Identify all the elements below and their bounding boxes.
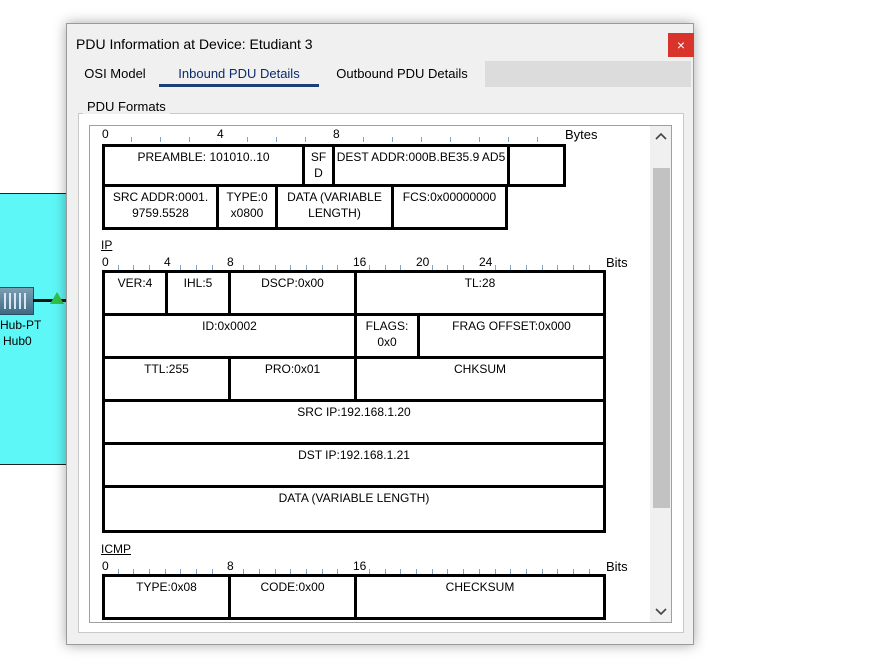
vertical-scrollbar[interactable] [650, 126, 671, 622]
ruler-tick [160, 137, 161, 142]
ip-dscp-field: DSCP:0x00 [228, 270, 357, 316]
tab-inbound-pdu-details[interactable]: Inbound PDU Details [159, 61, 319, 87]
ruler-unit: Bytes [565, 127, 598, 142]
ruler-tick [537, 137, 538, 142]
ruler-unit: Bits [606, 559, 628, 574]
icmp-section-label: ICMP [101, 542, 131, 556]
ruler-number: 16 [353, 559, 367, 573]
icmp-checksum-field: CHECKSUM [354, 574, 606, 620]
eth-fcs-field: FCS:0x00000000 [391, 184, 508, 230]
ruler-number: 4 [164, 255, 171, 269]
ip-ver-field: VER:4 [102, 270, 168, 316]
ruler-tick [450, 137, 451, 142]
ip-section-label: IP [101, 238, 113, 252]
scroll-thumb[interactable] [653, 168, 670, 508]
ruler-unit: Bits [606, 255, 628, 270]
eth-dest-cont-field [507, 144, 566, 187]
ruler-number: 0 [102, 127, 109, 141]
pdu-formats-viewport[interactable]: 0 4 8 Bytes PREAMBLE: 101010..10 SF D DE… [89, 125, 672, 623]
ethernet-ruler: 0 4 8 Bytes [102, 127, 598, 142]
eth-type-field: TYPE:0 x0800 [216, 184, 278, 230]
ruler-number: 8 [227, 559, 234, 573]
scroll-up-arrow-icon[interactable] [650, 126, 671, 146]
ip-ruler: 0 4 8 16 20 24 Bits [102, 255, 632, 270]
eth-src-addr-field: SRC ADDR:0001. 9759.5528 [102, 184, 219, 230]
ip-ihl-field: IHL:5 [165, 270, 231, 316]
ruler-number: 8 [333, 127, 340, 141]
ip-checksum-field: CHKSUM [354, 356, 606, 402]
ip-id-field: ID:0x0002 [102, 313, 357, 359]
ruler-number: 8 [227, 255, 234, 269]
icmp-code-field: CODE:0x00 [228, 574, 357, 620]
ip-dst-ip-field: DST IP:192.168.1.21 [102, 442, 606, 488]
ruler-number: 24 [479, 255, 493, 269]
eth-data-field: DATA (VARIABLE LENGTH) [275, 184, 394, 230]
close-button[interactable]: × [668, 33, 694, 57]
hub-device-icon[interactable] [0, 287, 34, 315]
eth-dest-addr-field: DEST ADDR:000B.BE35.9 AD5 [332, 144, 510, 187]
ruler-tick [131, 137, 132, 142]
ruler-tick [363, 137, 364, 142]
ip-protocol-field: PRO:0x01 [228, 356, 357, 402]
ruler-number: 0 [102, 255, 109, 269]
scroll-down-arrow-icon[interactable] [650, 602, 671, 622]
ip-ttl-field: TTL:255 [102, 356, 231, 402]
ruler-tick [276, 137, 277, 142]
ruler-tick [189, 137, 190, 142]
icmp-type-field: TYPE:0x08 [102, 574, 231, 620]
ruler-number: 0 [102, 559, 109, 573]
ruler-tick [479, 137, 480, 142]
ruler-tick [421, 137, 422, 142]
ip-frag-offset-field: FRAG OFFSET:0x000 [417, 313, 606, 359]
eth-sfd-field: SF D [302, 144, 335, 187]
device-name-label: Hub0 [3, 334, 32, 348]
ruler-number: 4 [217, 127, 224, 141]
ip-data-field: DATA (VARIABLE LENGTH) [102, 485, 606, 533]
ruler-tick [247, 137, 248, 142]
ruler-number: 20 [416, 255, 430, 269]
link-status-icon [50, 292, 64, 304]
tab-osi-model[interactable]: OSI Model [71, 61, 159, 87]
ip-tl-field: TL:28 [354, 270, 606, 316]
dialog-title: PDU Information at Device: Etudiant 3 [76, 36, 313, 52]
ruler-number: 16 [353, 255, 367, 269]
device-type-label: Hub-PT [0, 318, 42, 332]
ruler-tick [508, 137, 509, 142]
ip-src-ip-field: SRC IP:192.168.1.20 [102, 399, 606, 445]
tab-bar: OSI Model Inbound PDU Details Outbound P… [71, 61, 691, 87]
ruler-tick [392, 137, 393, 142]
ip-flags-field: FLAGS: 0x0 [354, 313, 420, 359]
pdu-info-dialog: PDU Information at Device: Etudiant 3 × … [66, 23, 694, 645]
group-title: PDU Formats [83, 99, 170, 114]
eth-preamble-field: PREAMBLE: 101010..10 [102, 144, 305, 187]
tab-outbound-pdu-details[interactable]: Outbound PDU Details [319, 61, 485, 87]
icmp-ruler: 0 8 16 Bits [102, 559, 632, 574]
ruler-tick [305, 137, 306, 142]
